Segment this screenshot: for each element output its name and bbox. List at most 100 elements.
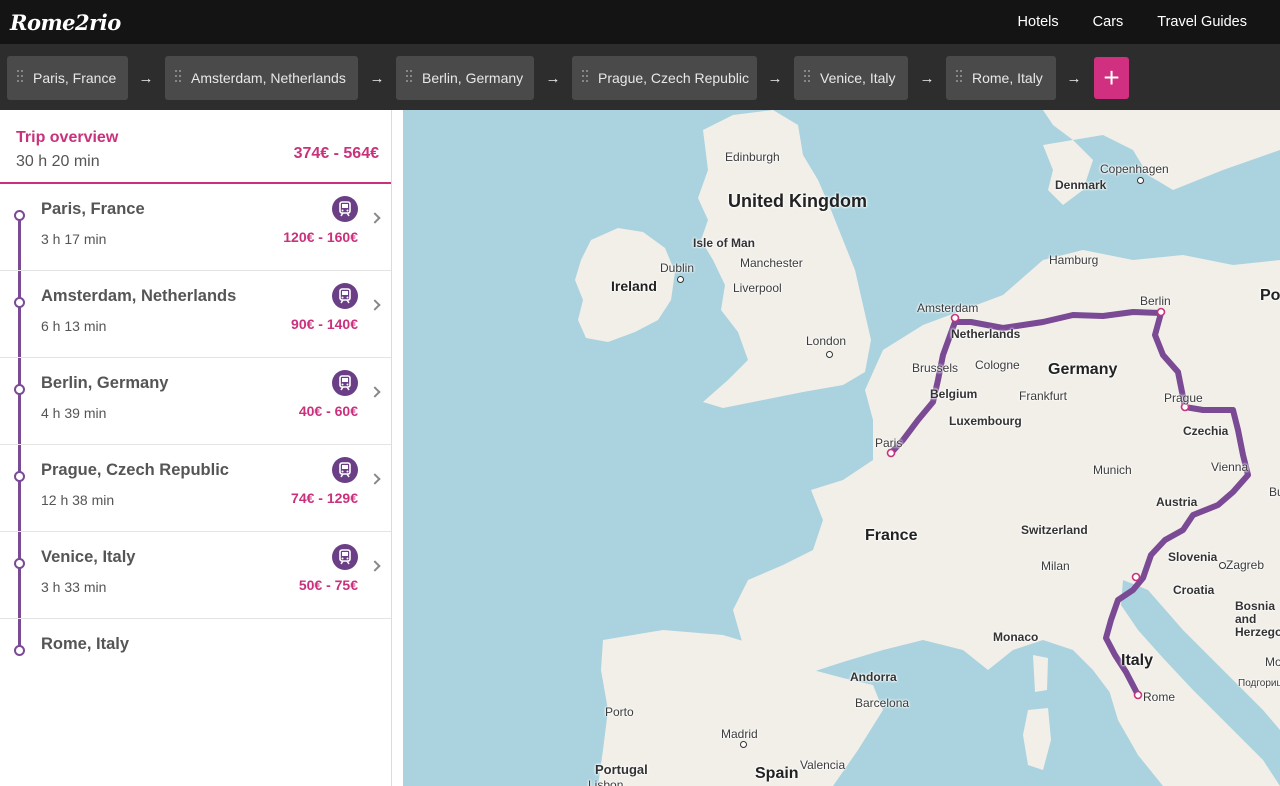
map-label-country: Luxembourg [949, 414, 1022, 428]
map-label-country: Monaco [993, 630, 1039, 644]
map-label-city: Rome [1143, 690, 1176, 704]
route-map[interactable]: Edinburgh United Kingdom Isle of Man Dub… [403, 110, 1280, 786]
trip-total-duration: 30 h 20 min [16, 153, 100, 170]
trip-overview: Trip overview 30 h 20 min 374€ - 564€ [0, 110, 391, 184]
drag-handle-icon[interactable] [17, 70, 23, 86]
chevron-right-icon [369, 299, 381, 311]
route-arrow-icon: → [767, 69, 783, 87]
route-arrow-icon: → [369, 69, 385, 87]
chevron-right-icon [369, 212, 381, 224]
route-arrow-icon: → [1066, 69, 1082, 87]
map-label-country: France [865, 527, 918, 544]
map-label-country: Italy [1121, 652, 1154, 669]
map-label-country: Ireland [611, 278, 657, 294]
drag-handle-icon[interactable] [804, 70, 810, 86]
trip-overview-title: Trip overview [16, 129, 119, 146]
map-label-country: Bosnia and Herzegovina [1235, 599, 1280, 639]
map-label-country: Austria [1156, 495, 1198, 509]
nav-travel-guides-link[interactable]: Travel Guides [1157, 14, 1247, 30]
city-marker-icon [740, 741, 747, 748]
drag-handle-icon[interactable] [582, 70, 588, 86]
segment-city: Amsterdam, Netherlands [41, 287, 237, 305]
stop-chip-rome[interactable]: Rome, Italy [946, 56, 1056, 100]
drag-handle-icon[interactable] [175, 70, 181, 86]
map-label-country: Croatia [1173, 583, 1215, 597]
city-marker-icon [677, 276, 684, 283]
map-label-city: Barcelona [855, 696, 910, 710]
timeline-node [14, 297, 25, 308]
map-label-city: Madrid [721, 727, 758, 741]
drag-handle-icon[interactable] [956, 70, 962, 86]
stop-chip-venice[interactable]: Venice, Italy [794, 56, 908, 100]
map-label-city: Frankfurt [1019, 389, 1068, 403]
timeline-node [14, 645, 25, 656]
stop-chip-amsterdam[interactable]: Amsterdam, Netherlands [165, 56, 358, 100]
map-label-city: Isle of Man [693, 236, 756, 250]
train-icon [332, 196, 358, 222]
stop-chip-paris[interactable]: Paris, France [7, 56, 128, 100]
map-label-city: Cologne [975, 358, 1020, 372]
map-label-country: Po [1260, 287, 1280, 304]
map-label-country: Mo [1265, 655, 1280, 669]
drag-handle-icon[interactable] [406, 70, 412, 86]
segment-city: Venice, Italy [41, 548, 136, 566]
rome2rio-logo[interactable]: Rome2rio [10, 8, 121, 36]
map-label-city: Paris [875, 436, 903, 450]
map-label-country: Belgium [930, 387, 978, 401]
stop-chip-label: Amsterdam, Netherlands [191, 70, 346, 86]
chevron-right-icon [369, 386, 381, 398]
segment-duration: 6 h 13 min [41, 318, 107, 334]
map-label-city: Brussels [912, 361, 959, 375]
map-label-country: Denmark [1055, 178, 1107, 192]
map-label-city: Copenhagen [1100, 162, 1169, 176]
segment-price: 90€ - 140€ [291, 316, 358, 332]
segment-city: Prague, Czech Republic [41, 461, 229, 479]
segment-price: 120€ - 160€ [283, 229, 358, 245]
route-arrow-icon: → [545, 69, 561, 87]
segment-duration: 3 h 33 min [41, 579, 107, 595]
map-label-city: Lisbon [588, 778, 624, 786]
route-arrow-icon: → [919, 69, 935, 87]
final-stop-row: Rome, Italy [0, 619, 391, 706]
trip-total-price: 374€ - 564€ [293, 145, 379, 162]
nav-cars-link[interactable]: Cars [1093, 14, 1124, 30]
map-label-country: Germany [1048, 361, 1118, 378]
nav-hotels-link[interactable]: Hotels [1018, 14, 1059, 30]
segment-price: 74€ - 129€ [291, 490, 358, 506]
train-icon [332, 370, 358, 396]
stop-chip-berlin[interactable]: Berlin, Germany [396, 56, 534, 100]
map-label-city: Porto [605, 705, 634, 719]
map-label-country: Switzerland [1021, 523, 1088, 537]
map-canvas [575, 110, 1280, 786]
train-icon [332, 457, 358, 483]
segment-row[interactable]: Paris, France 3 h 17 min 120€ - 160€ [0, 184, 391, 271]
stop-chip-label: Berlin, Germany [422, 70, 524, 86]
city-marker-icon [826, 351, 833, 358]
segment-price: 40€ - 60€ [298, 403, 358, 419]
segment-row[interactable]: Amsterdam, Netherlands 6 h 13 min 90€ - … [0, 271, 391, 358]
stop-chip-label: Paris, France [33, 70, 117, 86]
add-destination-button[interactable]: + [1094, 57, 1129, 99]
map-label-country: Andorra [850, 670, 897, 684]
segment-row[interactable]: Prague, Czech Republic 12 h 38 min 74€ -… [0, 445, 391, 532]
segment-row[interactable]: Venice, Italy 3 h 33 min 50€ - 75€ [0, 532, 391, 619]
timeline-node [14, 210, 25, 221]
map-label-city: Vienna [1211, 460, 1249, 474]
map-label-city: Berlin [1140, 294, 1171, 308]
map-label-city: London [806, 334, 847, 348]
stop-chip-label: Venice, Italy [820, 70, 896, 86]
stop-chip-prague[interactable]: Prague, Czech Republic [572, 56, 757, 100]
city-marker-icon [1219, 562, 1226, 569]
final-stop-city: Rome, Italy [41, 635, 130, 653]
chevron-right-icon [369, 560, 381, 572]
map-label-city: Hamburg [1049, 253, 1099, 267]
top-nav: Rome2rio Hotels Cars Travel Guides [0, 0, 1280, 44]
map-label-country: Czechia [1183, 424, 1229, 438]
map-label-city: Prague [1164, 391, 1203, 405]
timeline-node [14, 384, 25, 395]
chevron-right-icon [369, 473, 381, 485]
route-bar: Paris, France → Amsterdam, Netherlands →… [0, 44, 1280, 110]
map-label-country: Netherlands [951, 327, 1021, 341]
segment-row[interactable]: Berlin, Germany 4 h 39 min 40€ - 60€ [0, 358, 391, 445]
map-label-city: Munich [1093, 463, 1132, 477]
